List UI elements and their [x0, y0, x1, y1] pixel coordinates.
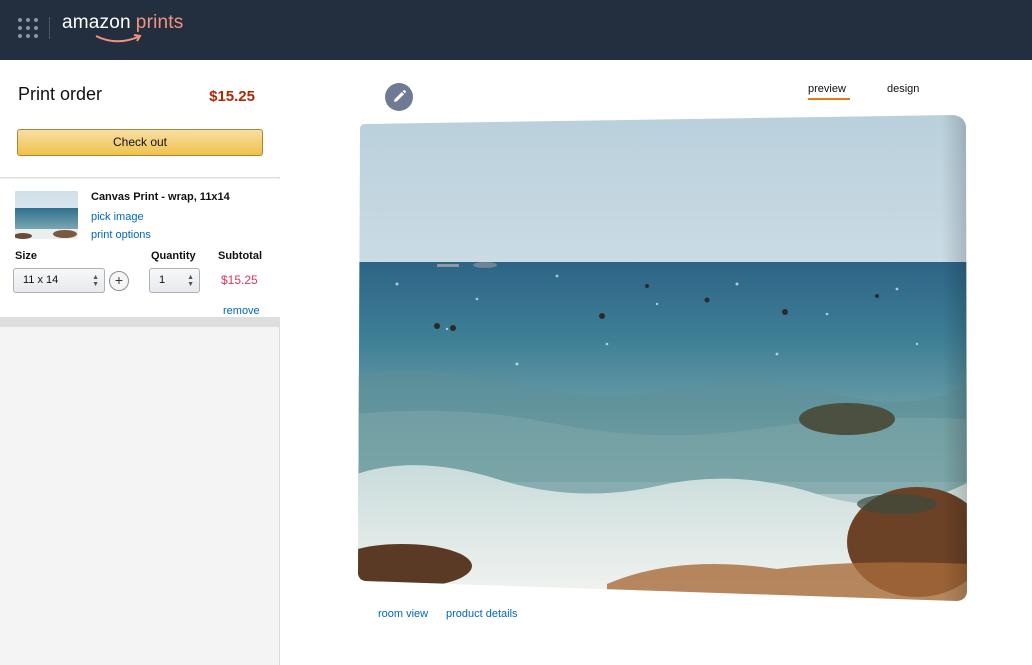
quantity-select[interactable]: 1 ▲ ▼	[149, 268, 200, 293]
beach-photo-image	[358, 115, 967, 601]
order-summary: Print order $15.25 Check out	[0, 60, 280, 178]
select-caret-icon: ▲ ▼	[187, 274, 194, 288]
size-select[interactable]: 11 x 14 ▲ ▼	[13, 268, 105, 293]
smile-arrow-icon	[95, 34, 142, 43]
checkout-button[interactable]: Check out	[17, 129, 263, 156]
order-total: $15.25	[209, 88, 255, 105]
logo-amazon-text: amazon	[62, 12, 131, 33]
quantity-label: Quantity	[151, 250, 196, 262]
remove-link[interactable]: remove	[223, 305, 260, 317]
room-view-link[interactable]: room view	[378, 608, 428, 620]
select-caret-icon: ▲ ▼	[92, 274, 99, 288]
active-tab-indicator	[808, 98, 850, 100]
canvas-print-preview	[357, 114, 969, 604]
product-details-link[interactable]: product details	[446, 608, 518, 620]
quantity-select-value: 1	[159, 274, 166, 286]
logo-prints-text: prints	[135, 12, 184, 33]
item-thumbnail[interactable]	[15, 191, 78, 239]
amazon-prints-logo[interactable]: amazon prints	[62, 12, 183, 48]
subtotal-label: Subtotal	[218, 250, 262, 262]
size-select-value: 11 x 14	[23, 274, 59, 286]
item-subtotal: $15.25	[221, 273, 258, 287]
tab-preview[interactable]: preview	[808, 83, 846, 95]
pencil-icon[interactable]	[385, 83, 413, 111]
print-options-link[interactable]: print options	[91, 229, 151, 241]
order-title: Print order	[18, 84, 103, 104]
header-divider	[49, 17, 50, 39]
pick-image-link[interactable]: pick image	[91, 211, 144, 223]
apps-grid-icon[interactable]	[18, 18, 38, 38]
top-header: amazon prints	[0, 0, 1032, 60]
tab-design[interactable]: design	[887, 83, 919, 95]
order-sidebar: Print order $15.25 Check out Canvas Prin…	[0, 60, 280, 665]
size-label: Size	[15, 250, 38, 262]
order-item: Canvas Print - wrap, 11x14 pick image pr…	[0, 179, 280, 327]
plus-icon[interactable]: +	[109, 271, 129, 291]
item-title: Canvas Print - wrap, 11x14	[91, 191, 230, 203]
